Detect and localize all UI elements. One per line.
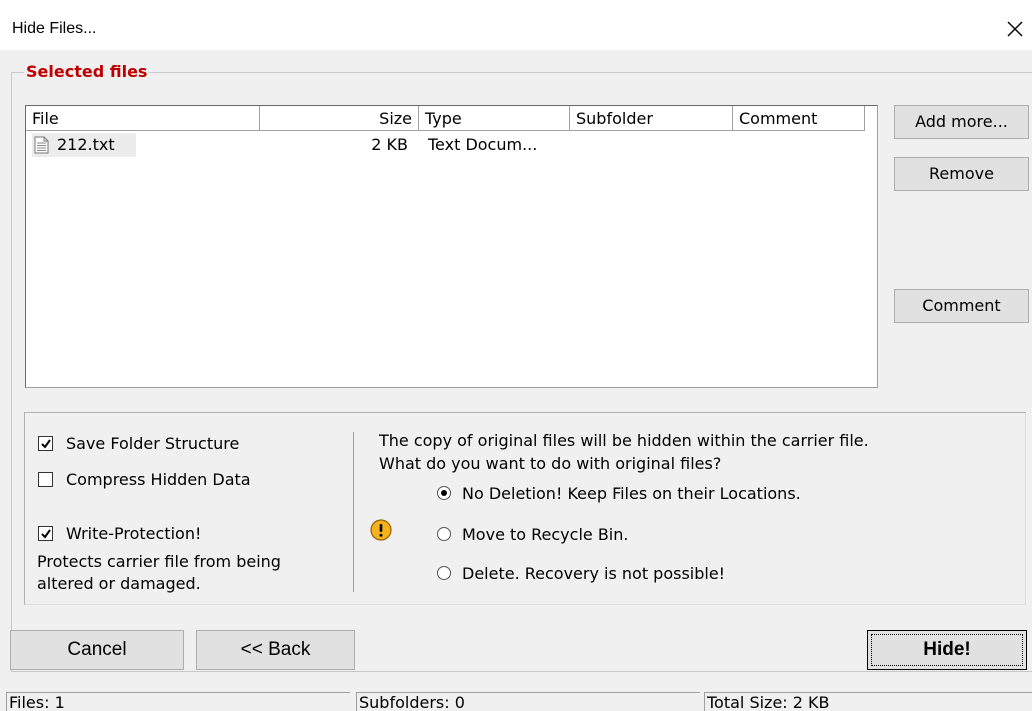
checkmark-icon (41, 439, 51, 449)
no-deletion-radio[interactable] (437, 486, 451, 500)
comment-button[interactable]: Comment (894, 289, 1029, 323)
column-header-comment[interactable]: Comment (733, 106, 865, 131)
hide-button[interactable]: Hide! (867, 630, 1027, 670)
list-header: File Size Type Subfolder Comment (26, 106, 877, 131)
file-type: Text Docum... (428, 135, 538, 154)
file-size: 2 KB (371, 135, 408, 154)
column-header-subfolder[interactable]: Subfolder (570, 106, 733, 131)
status-total-size: Total Size: 2 KB (704, 692, 1032, 711)
file-name: 212.txt (57, 135, 115, 154)
recycle-bin-radio[interactable] (437, 527, 451, 541)
list-item[interactable]: 212.txt 2 KB Text Docum... (26, 133, 877, 157)
remove-button[interactable]: Remove (894, 157, 1029, 191)
save-folder-structure-label[interactable]: Save Folder Structure (66, 434, 239, 453)
no-deletion-label[interactable]: No Deletion! Keep Files on their Locatio… (462, 484, 801, 503)
write-protection-description: altered or damaged. (37, 574, 201, 593)
compress-hidden-data-label[interactable]: Compress Hidden Data (66, 470, 251, 489)
back-button[interactable]: << Back (196, 630, 355, 670)
close-icon[interactable] (1000, 14, 1030, 44)
write-protection-label[interactable]: Write-Protection! (66, 524, 201, 543)
status-files: Files: 1 (6, 692, 350, 711)
info-text: The copy of original files will be hidde… (379, 431, 869, 450)
warning-icon (370, 519, 392, 541)
column-header-file[interactable]: File (26, 106, 260, 131)
delete-radio[interactable] (437, 566, 451, 580)
checkmark-icon (41, 529, 51, 539)
file-list[interactable]: File Size Type Subfolder Comment 212.txt… (25, 105, 878, 388)
column-header-size[interactable]: Size (260, 106, 419, 131)
info-text: What do you want to do with original fil… (379, 454, 722, 473)
title-bar: Hide Files... (0, 0, 1032, 50)
focus-rectangle (871, 634, 1023, 666)
column-header-type[interactable]: Type (419, 106, 570, 131)
save-folder-structure-checkbox[interactable] (38, 436, 53, 451)
group-title: Selected files (24, 62, 150, 81)
cancel-button[interactable]: Cancel (10, 630, 184, 670)
radio-selected-dot (441, 490, 447, 496)
file-cell: 212.txt (32, 133, 136, 157)
status-subfolders: Subfolders: 0 (356, 692, 700, 711)
text-file-icon (34, 136, 49, 154)
write-protection-description: Protects carrier file from being (37, 552, 281, 571)
recycle-bin-label[interactable]: Move to Recycle Bin. (462, 525, 628, 544)
compress-hidden-data-checkbox[interactable] (38, 472, 53, 487)
write-protection-checkbox[interactable] (38, 526, 53, 541)
delete-label[interactable]: Delete. Recovery is not possible! (462, 564, 725, 583)
options-divider (353, 432, 354, 592)
add-more-button[interactable]: Add more... (894, 105, 1029, 139)
window-title: Hide Files... (12, 20, 97, 37)
